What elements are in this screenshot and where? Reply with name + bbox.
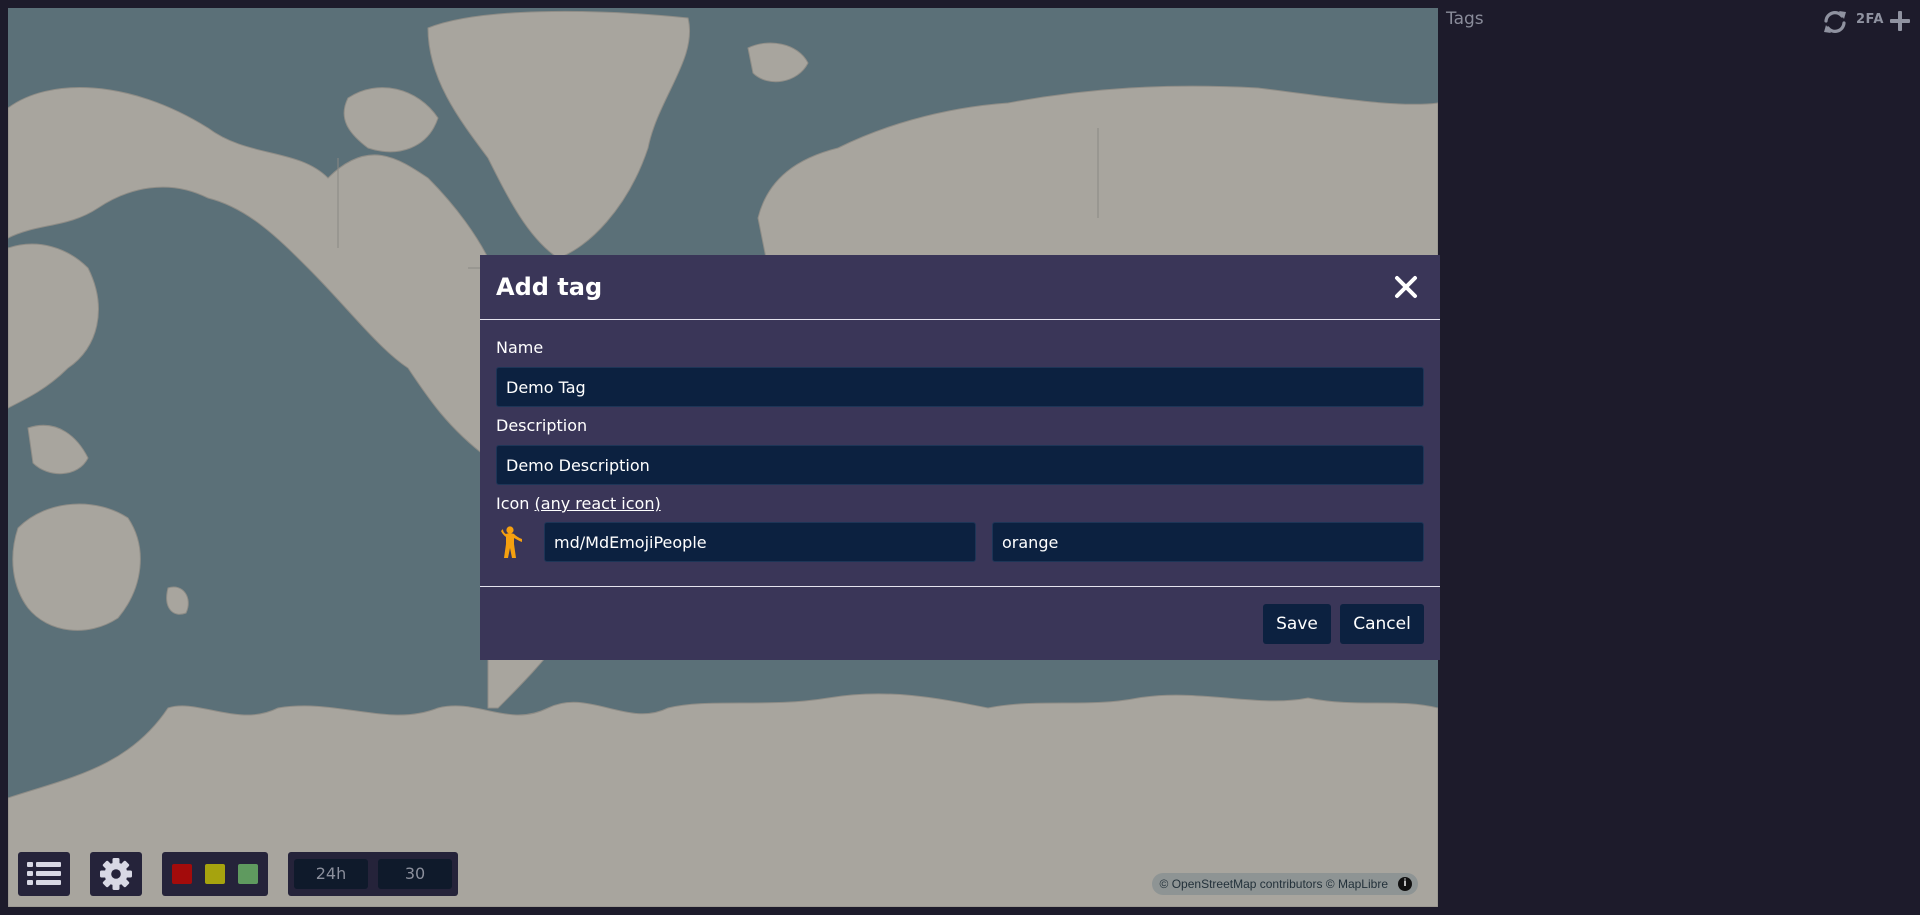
count-button[interactable]: 30 [378, 859, 452, 889]
status-filter-group [162, 852, 268, 896]
status-filter-yellow[interactable] [205, 864, 225, 884]
cancel-button[interactable]: Cancel [1340, 604, 1424, 644]
dialog-footer-divider [480, 586, 1440, 587]
status-filter-red[interactable] [172, 864, 192, 884]
name-label: Name [496, 338, 544, 357]
gear-icon [100, 858, 132, 890]
description-field[interactable] [496, 445, 1424, 485]
info-icon[interactable]: i [1398, 877, 1412, 891]
dialog-title: Add tag [496, 273, 603, 301]
status-filter-green[interactable] [238, 864, 258, 884]
react-icons-link[interactable]: (any react icon) [535, 494, 661, 513]
settings-button[interactable] [90, 852, 142, 896]
save-button[interactable]: Save [1263, 604, 1331, 644]
icon-label: Icon (any react icon) [496, 494, 661, 513]
map-attribution[interactable]: © OpenStreetMap contributors © MapLibre … [1151, 873, 1418, 895]
refresh-icon[interactable] [1822, 9, 1848, 35]
time-filter-group: 24h 30 [288, 852, 458, 896]
list-icon [27, 862, 61, 885]
icon-color-field[interactable] [992, 522, 1424, 562]
close-icon[interactable] [1392, 273, 1420, 301]
plus-icon[interactable] [1888, 9, 1912, 33]
name-field[interactable] [496, 367, 1424, 407]
icon-name-field[interactable] [544, 522, 976, 562]
dialog-header: Add tag [480, 255, 1440, 320]
attribution-text[interactable]: © OpenStreetMap contributors © MapLibre [1160, 877, 1388, 891]
icon-label-text: Icon [496, 494, 535, 513]
list-view-button[interactable] [18, 852, 70, 896]
two-factor-button[interactable]: 2FA [1856, 12, 1884, 27]
add-tag-dialog: Add tag Name Description Icon (any react… [480, 255, 1440, 660]
emoji-people-icon [501, 526, 522, 558]
description-label: Description [496, 416, 588, 435]
time-range-button[interactable]: 24h [294, 859, 368, 889]
sidebar-title: Tags [1446, 9, 1484, 29]
